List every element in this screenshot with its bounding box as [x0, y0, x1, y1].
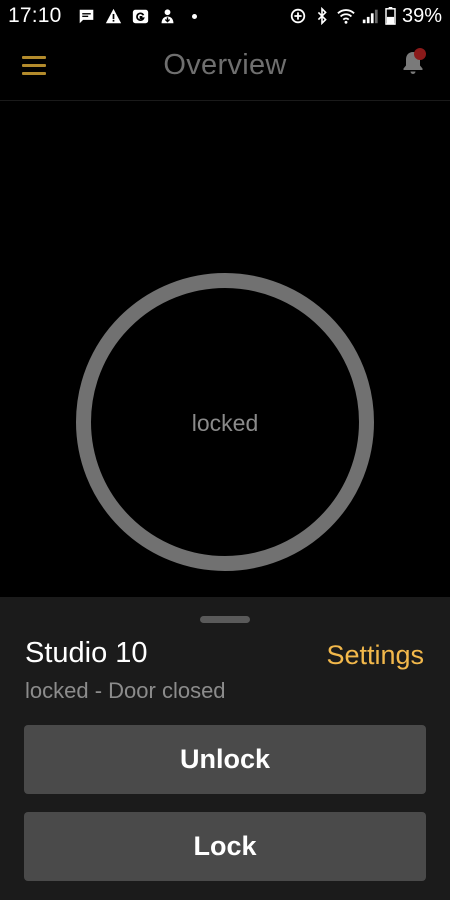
message-icon: [79, 9, 94, 23]
app-bar: Overview: [0, 32, 450, 101]
lock-state-indicator[interactable]: locked: [76, 273, 374, 571]
status-notification-icons: [78, 6, 197, 26]
status-bar: 17:10 39%: [0, 0, 450, 32]
sheet-drag-handle[interactable]: [200, 616, 250, 623]
g-app-icon: [132, 9, 149, 23]
device-bottom-sheet: Studio 10 Settings locked - Door closed …: [0, 597, 450, 900]
download-icon: [161, 8, 174, 23]
status-time: 17:10: [8, 4, 62, 27]
signal-icon: [362, 9, 378, 24]
more-notifications-dot: [192, 13, 197, 19]
page-title: Overview: [163, 49, 287, 81]
battery-icon: [385, 7, 396, 25]
device-name: Studio 10: [25, 637, 148, 669]
bluetooth-icon: [317, 7, 327, 25]
warning-icon: [105, 8, 122, 23]
notification-badge: [414, 48, 426, 60]
battery-percentage: 39%: [401, 4, 442, 27]
notifications-button[interactable]: [398, 48, 428, 78]
settings-button[interactable]: Settings: [326, 640, 424, 671]
sync-icon: [290, 8, 306, 24]
lock-button[interactable]: Lock: [24, 812, 426, 881]
lock-state-label: locked: [191, 410, 259, 436]
wifi-icon: [337, 9, 355, 24]
status-system-icons: 39%: [289, 4, 442, 28]
device-status: locked - Door closed: [25, 678, 226, 703]
unlock-button[interactable]: Unlock: [24, 725, 426, 794]
